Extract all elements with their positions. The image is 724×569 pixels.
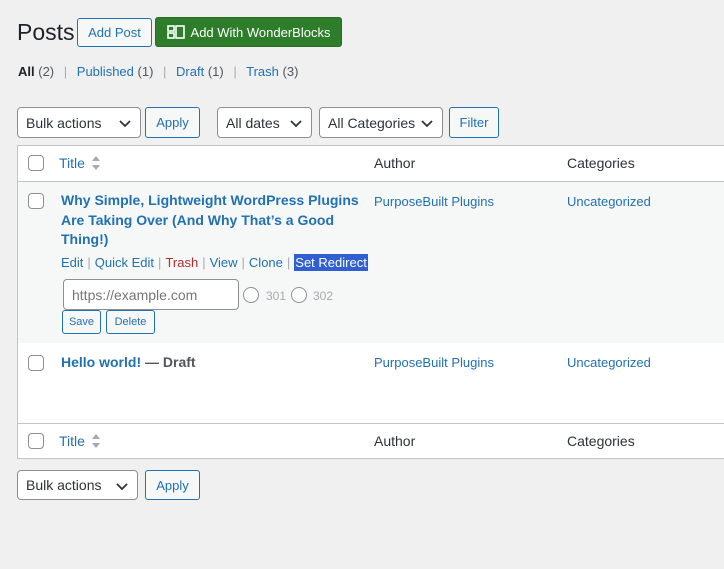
categories-column-footer: Categories <box>567 433 635 449</box>
view-separator: | <box>163 64 167 79</box>
post-title-line[interactable]: Thing!) <box>61 230 361 250</box>
view-draft[interactable]: Draft <box>176 64 204 79</box>
row-checkbox[interactable] <box>28 355 44 371</box>
add-with-wonderblocks-label: Add With WonderBlocks <box>190 24 331 40</box>
category-link[interactable]: Uncategorized <box>567 355 651 370</box>
table-row: Hello world! — Draft PurposeBuilt Plugin… <box>18 343 724 424</box>
title-column-label[interactable]: Title <box>59 155 85 171</box>
post-title-link[interactable]: Hello world! <box>61 354 141 370</box>
date-filter-value: All dates <box>226 114 280 131</box>
author-link[interactable]: PurposeBuilt Plugins <box>374 355 494 370</box>
view-draft-count: (1) <box>207 64 224 79</box>
add-with-wonderblocks-button[interactable]: Add With WonderBlocks <box>155 17 342 47</box>
post-title-line[interactable]: Are Taking Over (And Why That’s a Good <box>61 211 361 231</box>
apply-button-top[interactable]: Apply <box>145 107 200 138</box>
redirect-delete-button[interactable]: Delete <box>106 310 155 334</box>
category-filter-value: All Categories <box>328 114 416 131</box>
posts-table: Title Author Categories Why Simple, Ligh… <box>17 145 724 459</box>
view-trash-count: (3) <box>282 64 299 79</box>
post-status-views: All (2) | Published (1) | Draft (1) | Tr… <box>18 64 298 80</box>
bulk-actions-value: Bulk actions <box>26 477 102 493</box>
action-separator: | <box>202 255 206 270</box>
sort-icon <box>91 434 100 448</box>
page-title: Posts <box>17 19 75 45</box>
filter-button[interactable]: Filter <box>449 107 499 138</box>
chevron-down-icon <box>290 120 302 128</box>
bulk-actions-select-top[interactable]: Bulk actions <box>17 107 141 138</box>
bulk-actions-select-bottom[interactable]: Bulk actions <box>17 470 138 500</box>
view-published[interactable]: Published <box>77 64 134 79</box>
view-separator: | <box>233 64 237 79</box>
title-column-header[interactable]: Title <box>59 155 101 171</box>
redirect-302-label: 302 <box>313 289 334 303</box>
view-link[interactable]: View <box>210 255 238 270</box>
apply-button-bottom[interactable]: Apply <box>145 470 200 500</box>
categories-column-header: Categories <box>567 155 635 171</box>
post-title-line[interactable]: Why Simple, Lightweight WordPress Plugin… <box>61 191 361 211</box>
title-column-footer[interactable]: Title <box>59 433 101 449</box>
chevron-down-icon <box>421 120 433 128</box>
action-separator: | <box>158 255 162 270</box>
chevron-down-icon <box>116 483 128 491</box>
chevron-down-icon <box>119 120 131 128</box>
action-separator: | <box>286 255 291 270</box>
date-filter-select[interactable]: All dates <box>217 107 312 138</box>
view-all-count: (2) <box>38 64 55 79</box>
post-title-link[interactable]: Why Simple, Lightweight WordPress Plugin… <box>61 191 361 250</box>
quick-edit-link[interactable]: Quick Edit <box>95 255 154 270</box>
author-column-footer: Author <box>374 433 416 449</box>
redirect-302-radio[interactable] <box>291 287 307 303</box>
add-post-button[interactable]: Add Post <box>77 18 152 47</box>
select-all-checkbox[interactable] <box>28 155 44 171</box>
clone-link[interactable]: Clone <box>249 255 283 270</box>
blocks-layout-icon <box>166 25 185 39</box>
redirect-save-button[interactable]: Save <box>62 310 101 334</box>
title-column-label[interactable]: Title <box>59 433 85 449</box>
action-separator: | <box>87 255 91 270</box>
redirect-url-input[interactable] <box>63 279 239 310</box>
table-footer-row: Title Author Categories <box>18 424 724 458</box>
redirect-301-radio[interactable] <box>243 287 259 303</box>
category-link[interactable]: Uncategorized <box>567 194 651 209</box>
view-trash[interactable]: Trash <box>246 64 279 79</box>
table-header-row: Title Author Categories <box>18 146 724 182</box>
author-link[interactable]: PurposeBuilt Plugins <box>374 194 494 209</box>
view-separator: | <box>63 64 68 79</box>
set-redirect-link[interactable]: Set Redirect <box>294 254 368 271</box>
trash-link[interactable]: Trash <box>165 255 198 270</box>
redirect-301-label: 301 <box>266 289 287 303</box>
edit-link[interactable]: Edit <box>61 255 83 270</box>
row-checkbox[interactable] <box>28 193 44 209</box>
row-actions: Edit | Quick Edit | Trash | View | Clone | Set Red… <box>61 254 368 271</box>
category-filter-select[interactable]: All Categories <box>319 107 443 138</box>
bulk-actions-value: Bulk actions <box>26 114 102 131</box>
author-column-header: Author <box>374 155 416 171</box>
table-row: Why Simple, Lightweight WordPress Plugin… <box>18 182 724 343</box>
select-all-checkbox-footer[interactable] <box>28 433 44 449</box>
post-title-cell: Hello world! — Draft <box>61 354 196 370</box>
action-separator: | <box>241 255 245 270</box>
sort-icon <box>91 156 100 170</box>
view-published-count: (1) <box>137 64 154 79</box>
post-state: — Draft <box>145 354 196 370</box>
view-all[interactable]: All <box>18 64 35 79</box>
